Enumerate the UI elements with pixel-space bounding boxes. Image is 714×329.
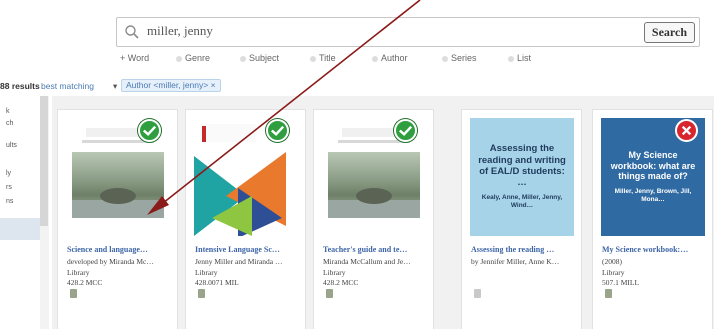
- catalog-page: miller, jenny Search + Word Genre Subjec…: [0, 0, 714, 329]
- filter-author[interactable]: Author: [372, 53, 408, 63]
- results-grid: Science and language… developed by Miran…: [52, 96, 714, 329]
- check-icon[interactable]: [138, 119, 161, 142]
- card-author: developed by Miranda Mc…: [67, 257, 154, 266]
- book-icon: [605, 289, 612, 298]
- card-author: Jenny Miller and Miranda …: [195, 257, 283, 266]
- card-author: by Jennifer Miller, Anne K…: [471, 257, 560, 266]
- filter-list[interactable]: List: [508, 53, 531, 63]
- results-bar: 88 results best matching ▾ Author <mille…: [0, 78, 714, 94]
- card-location: Library: [323, 268, 346, 277]
- left-panel: k ch ults ly rs ns: [0, 96, 40, 329]
- document-icon: [474, 289, 481, 298]
- left-panel-item[interactable]: rs: [6, 184, 12, 191]
- left-panel-item[interactable]: ults: [6, 142, 17, 149]
- chevron-down-icon[interactable]: ▾: [113, 81, 117, 92]
- card-callnumber: 428.2 MCC: [67, 278, 103, 287]
- result-card[interactable]: Science and language… developed by Miran…: [57, 109, 178, 329]
- radio-icon: [310, 55, 316, 62]
- radio-icon: [176, 55, 182, 62]
- result-card[interactable]: Intensive Language Sc… Jenny Miller and …: [185, 109, 306, 329]
- search-button[interactable]: Search: [643, 22, 695, 43]
- left-panel-item[interactable]: ch: [6, 120, 13, 127]
- cover-photo: [328, 152, 420, 218]
- book-icon: [198, 289, 205, 298]
- search-input[interactable]: miller, jenny: [147, 23, 547, 39]
- cover-photo: [72, 152, 164, 218]
- search-box[interactable]: miller, jenny Search: [116, 17, 700, 47]
- book-icon: [326, 289, 333, 298]
- radio-icon: [240, 55, 246, 62]
- left-panel-item[interactable]: ns: [6, 198, 13, 205]
- card-date: (2008): [602, 257, 622, 266]
- cover-header: [200, 124, 256, 142]
- cover-rock: [100, 188, 136, 204]
- card-callnumber: 507.1 MILL: [602, 278, 640, 287]
- cover-authors: Kealy, Anne, Miller, Jenny, Wind…: [481, 194, 563, 210]
- left-panel-selected[interactable]: [0, 218, 40, 240]
- card-title[interactable]: My Science workbook:…: [602, 245, 710, 254]
- check-icon[interactable]: [394, 119, 417, 142]
- card-title[interactable]: Assessing the reading …: [471, 245, 579, 254]
- left-panel-item[interactable]: ly: [6, 170, 11, 177]
- card-title[interactable]: Teacher's guide and te…: [323, 245, 431, 254]
- card-author: Miranda McCallum and Je…: [323, 257, 411, 266]
- card-callnumber: 428.0071 MIL: [195, 278, 239, 287]
- radio-icon: [372, 55, 378, 62]
- check-icon[interactable]: [266, 119, 289, 142]
- card-callnumber: 428.2 MCC: [323, 278, 359, 287]
- filter-word[interactable]: + Word: [120, 53, 149, 63]
- scrollbar-thumb[interactable]: [40, 96, 48, 226]
- card-title[interactable]: Intensive Language Sc…: [195, 245, 303, 254]
- card-location: Library: [602, 268, 625, 277]
- book-icon: [70, 289, 77, 298]
- filter-genre[interactable]: Genre: [176, 53, 210, 63]
- card-title[interactable]: Science and language…: [67, 245, 175, 254]
- filter-title[interactable]: Title: [310, 53, 336, 63]
- filter-series[interactable]: Series: [442, 53, 477, 63]
- result-card[interactable]: My Science workbook: what are things mad…: [592, 109, 713, 329]
- cover-shape: [212, 196, 252, 236]
- search-icon: [125, 25, 139, 39]
- cover-rock: [356, 188, 392, 204]
- filter-subject[interactable]: Subject: [240, 53, 279, 63]
- radio-icon: [442, 55, 448, 62]
- close-icon[interactable]: [675, 119, 698, 142]
- result-card[interactable]: Teacher's guide and te… Miranda McCallum…: [313, 109, 434, 329]
- book-cover[interactable]: Assessing the reading and writing of EAL…: [470, 118, 574, 236]
- cover-title: Assessing the reading and writing of EAL…: [478, 143, 566, 189]
- active-filter-chip[interactable]: Author <miller, jenny> ×: [121, 79, 221, 92]
- search-area: miller, jenny Search + Word Genre Subjec…: [0, 0, 714, 70]
- card-location: Library: [195, 268, 218, 277]
- result-card[interactable]: Assessing the reading and writing of EAL…: [461, 109, 582, 329]
- radio-icon: [508, 55, 514, 62]
- card-location: Library: [67, 268, 90, 277]
- cover-authors: Miller, Jenny, Brown, Jill, Mona…: [614, 187, 692, 203]
- cover-title: My Science workbook: what are things mad…: [610, 149, 696, 182]
- cover-stripe: [202, 126, 206, 142]
- sort-dropdown[interactable]: best matching: [41, 81, 94, 91]
- left-panel-item[interactable]: k: [6, 108, 10, 115]
- results-count: 88 results: [0, 81, 40, 91]
